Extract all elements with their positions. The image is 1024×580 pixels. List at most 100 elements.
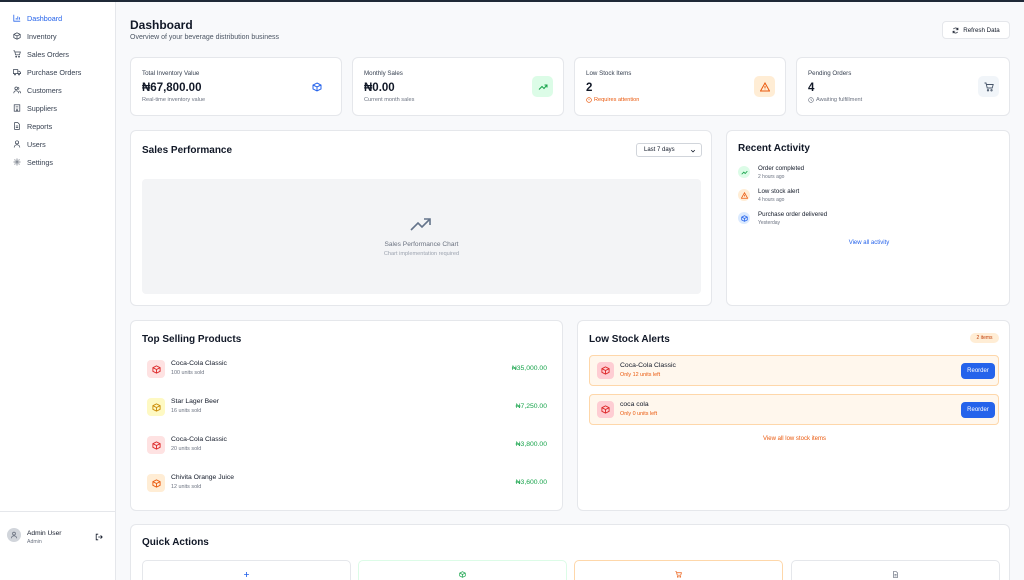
recent-activity-card: Recent Activity Order completed 2 hours … <box>726 130 1010 306</box>
quick-actions-card: Quick Actions <box>130 524 1010 580</box>
sidebar-item-label: Sales Orders <box>27 49 69 59</box>
stat-value: ₦0.00 <box>364 82 395 94</box>
sidebar-item-label: Inventory <box>27 31 57 41</box>
stat-card-monthly-sales: Monthly Sales ₦0.00 Current month sales <box>352 57 564 116</box>
activity-time: 2 hours ago <box>758 174 785 180</box>
sidebar-item-purchase-orders[interactable]: Purchase Orders <box>0 63 115 81</box>
truck-icon <box>13 69 21 76</box>
sales-performance-card: Sales Performance Last 7 days Sales Perf… <box>130 130 712 306</box>
product-revenue: ₦35,000.00 <box>511 365 547 372</box>
sidebar-item-label: Dashboard <box>27 13 63 23</box>
refresh-data-button[interactable]: Refresh Data <box>942 21 1010 39</box>
sidebar-item-users[interactable]: Users <box>0 135 115 153</box>
product-row: Coca-Cola Classic 100 units sold ₦35,000… <box>142 358 552 382</box>
product-name: Coca-Cola Classic <box>171 436 227 443</box>
date-range-select[interactable]: Last 7 days <box>636 143 702 157</box>
refresh-icon <box>952 27 959 33</box>
user-icon <box>13 140 21 148</box>
activity-icon <box>738 212 750 224</box>
product-units-sold: 100 units sold <box>171 370 205 376</box>
product-row: Star Lager Beer 16 units sold ₦7,250.00 <box>142 396 552 420</box>
stat-subtext: Current month sales <box>364 97 415 103</box>
stat-label: Total Inventory Value <box>142 70 200 77</box>
stat-icon-box <box>978 76 999 97</box>
warning-icon <box>740 191 748 199</box>
sidebar-item-settings[interactable]: Settings <box>0 153 115 171</box>
product-name: Chivita Orange Juice <box>171 474 235 481</box>
sidebar-item-label: Suppliers <box>27 103 57 113</box>
quick-action-sales-order[interactable] <box>574 560 783 580</box>
reorder-button[interactable]: Reorder <box>961 402 995 418</box>
box-icon <box>459 571 466 578</box>
product-name: Star Lager Beer <box>171 398 219 405</box>
logout-icon[interactable] <box>95 533 103 541</box>
page-title: Dashboard <box>130 18 193 32</box>
box-icon <box>740 214 748 222</box>
section-title: Low Stock Alerts <box>589 334 670 345</box>
stat-value: 4 <box>808 82 815 94</box>
activity-text: Purchase order delivered <box>758 211 828 218</box>
product-units-sold: 12 units sold <box>171 484 202 490</box>
activity-icon <box>738 189 750 201</box>
sidebar-item-customers[interactable]: Customers <box>0 81 115 99</box>
gear-icon <box>13 158 21 166</box>
activity-item: Order completed 2 hours ago <box>738 165 998 185</box>
stat-icon-box <box>306 76 327 97</box>
box-icon <box>151 402 161 412</box>
section-title: Recent Activity <box>738 143 810 154</box>
product-icon <box>147 360 165 378</box>
product-revenue: ₦7,250.00 <box>515 403 547 410</box>
quick-action-add[interactable] <box>142 560 351 580</box>
sidebar-item-label: Reports <box>27 121 53 131</box>
stat-card-pending-orders: Pending Orders 4 Awaiting fulfillment <box>796 57 1010 116</box>
stat-subtext: Awaiting fulfillment <box>808 97 862 103</box>
bar-chart-icon <box>13 14 21 22</box>
sidebar-item-sales-orders[interactable]: Sales Orders <box>0 45 115 63</box>
top-selling-products-card: Top Selling Products Coca-Cola Classic 1… <box>130 320 563 511</box>
sidebar-item-dashboard[interactable]: Dashboard <box>0 9 115 27</box>
sidebar-item-label: Purchase Orders <box>27 67 82 77</box>
alert-circle-icon <box>586 97 592 103</box>
trending-up-icon <box>538 84 547 90</box>
sidebar-item-reports[interactable]: Reports <box>0 117 115 135</box>
main-content: Dashboard Overview of your beverage dist… <box>116 2 1024 580</box>
product-name: Coca-Cola Classic <box>620 362 676 369</box>
product-icon <box>597 401 614 418</box>
product-icon <box>147 398 165 416</box>
activity-time: Yesterday <box>758 220 781 226</box>
product-icon <box>147 474 165 492</box>
reorder-button[interactable]: Reorder <box>961 363 995 379</box>
quick-action-inventory[interactable] <box>358 560 567 580</box>
trending-up-icon <box>410 218 431 231</box>
stat-card-inventory-value: Total Inventory Value ₦67,800.00 Real-ti… <box>130 57 342 116</box>
sidebar-item-suppliers[interactable]: Suppliers <box>0 99 115 117</box>
stat-value: 2 <box>586 82 593 94</box>
box-icon <box>13 32 21 40</box>
low-stock-count-badge: 2 items <box>970 333 999 343</box>
activity-text: Order completed <box>758 165 805 172</box>
stat-icon-box <box>754 76 775 97</box>
product-name: Coca-Cola Classic <box>171 360 227 367</box>
product-icon <box>597 362 614 379</box>
activity-item: Purchase order delivered Yesterday <box>738 211 998 231</box>
stat-label: Monthly Sales <box>364 70 403 77</box>
view-all-low-stock-link[interactable]: View all low stock items <box>578 436 1011 442</box>
sidebar-item-inventory[interactable]: Inventory <box>0 27 115 45</box>
low-stock-alert-item: Coca-Cola Classic Only 12 units left Reo… <box>589 355 999 386</box>
user-icon <box>11 531 17 539</box>
page-subtitle: Overview of your beverage distribution b… <box>130 34 280 41</box>
chart-placeholder-title: Sales Performance Chart <box>384 241 459 248</box>
stat-label: Pending Orders <box>808 70 852 77</box>
quick-action-report[interactable] <box>791 560 1000 580</box>
section-title: Sales Performance <box>142 145 233 156</box>
stat-card-low-stock: Low Stock Items 2 Requires attention <box>574 57 786 116</box>
sidebar-item-label: Customers <box>27 85 62 95</box>
view-all-activity-link[interactable]: View all activity <box>727 240 1011 246</box>
building-icon <box>13 104 21 112</box>
plus-icon <box>244 572 249 577</box>
cart-icon <box>984 82 994 91</box>
date-range-value: Last 7 days <box>644 147 675 153</box>
warning-icon <box>759 81 770 91</box>
box-icon <box>312 81 321 92</box>
sidebar-item-label: Settings <box>27 157 53 167</box>
